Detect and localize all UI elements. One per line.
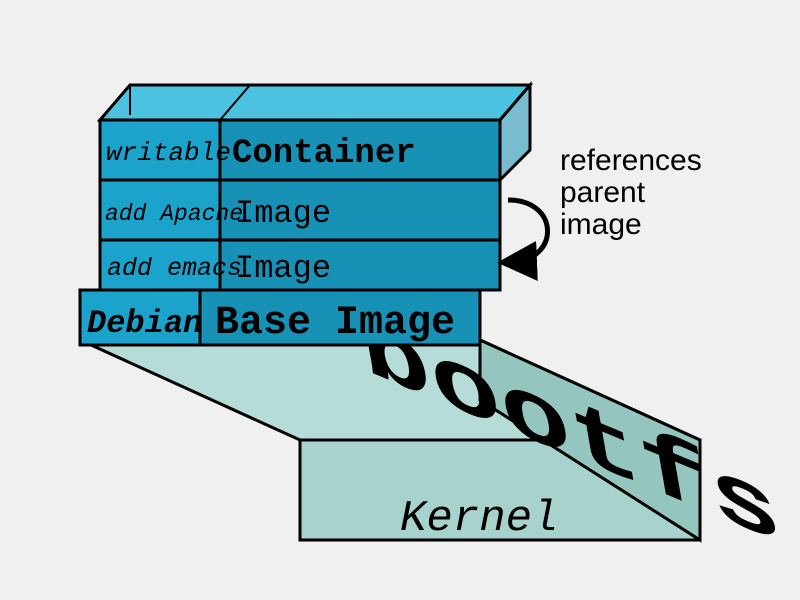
- layer-right-label: Base Image: [215, 301, 455, 346]
- arrow-path: [508, 200, 548, 262]
- layer-right-label: Image: [235, 250, 331, 287]
- annotation-line-1: references: [560, 144, 702, 177]
- layer-left-label: add Apache: [105, 201, 243, 227]
- layer-left-label: Debian: [87, 305, 202, 342]
- annotation-text: references parent image: [560, 144, 702, 241]
- annotation-line-2: parent: [560, 176, 646, 209]
- layer-right-label: Image: [235, 195, 331, 232]
- lid-top: [100, 85, 530, 120]
- layer-debian: Debian Base Image: [80, 290, 480, 346]
- annotation-line-3: image: [560, 208, 642, 241]
- docker-layers-diagram: bootfs Kernel Debian Base Image add emac…: [0, 0, 800, 600]
- layer-apache: add Apache Image: [100, 180, 500, 240]
- parent-reference-arrow: [508, 200, 548, 262]
- layer-right-label: Container: [232, 135, 416, 173]
- layer-left-label: add emacs: [107, 254, 242, 283]
- base-front-label: Kernel: [400, 494, 558, 544]
- layer-emacs: add emacs Image: [100, 240, 500, 290]
- layer-container: writable Container: [100, 120, 500, 180]
- layer-left-label: writable: [106, 138, 231, 168]
